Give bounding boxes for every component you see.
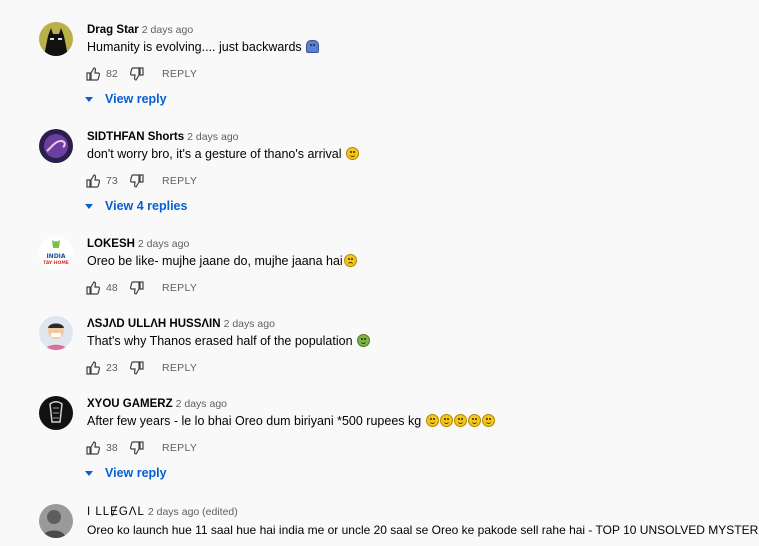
logo-text-line2: TAY HOME <box>43 260 69 266</box>
comment-time[interactable]: 2 days ago (edited) <box>148 506 238 518</box>
comment-time[interactable]: 2 days ago <box>187 131 238 143</box>
sad-emoji-icon <box>343 254 357 267</box>
chevron-down-icon <box>85 470 93 476</box>
person-emoji-icon <box>306 40 320 53</box>
dislike-icon[interactable] <box>130 67 144 81</box>
dislike-icon[interactable] <box>130 441 144 455</box>
like-count: 48 <box>106 282 118 294</box>
comment-text: don't worry bro, it's a gesture of thano… <box>87 146 359 162</box>
like-count: 73 <box>106 175 118 187</box>
reply-button[interactable]: REPLY <box>162 282 197 294</box>
dislike-icon[interactable] <box>130 174 144 188</box>
laughing-emoji-icon <box>481 414 495 427</box>
comment-text: Oreo be like- mujhe jaane do, mujhe jaan… <box>87 253 357 269</box>
avatar[interactable] <box>39 396 73 430</box>
avatar-logo-icon: INDIA TAY HOME <box>39 236 73 270</box>
laughing-emoji-icon <box>425 414 439 427</box>
laughing-emoji-icon <box>439 414 453 427</box>
avatar-gamer-icon <box>39 396 73 430</box>
like-icon[interactable] <box>86 441 100 455</box>
chevron-down-icon <box>85 203 93 209</box>
comment-time[interactable]: 2 days ago <box>138 238 189 250</box>
view-replies-label: View reply <box>105 466 167 480</box>
view-replies-button[interactable]: View reply <box>85 92 167 106</box>
logo-text-line1: INDIA <box>46 253 65 260</box>
avatar[interactable] <box>39 316 73 350</box>
comment-time[interactable]: 2 days ago <box>142 24 193 36</box>
comment-author[interactable]: Drag Star <box>87 24 139 36</box>
chevron-down-icon <box>85 96 93 102</box>
comment-author[interactable]: I LLɆGɅL <box>87 506 145 518</box>
avatar-cartoon-icon <box>39 316 73 350</box>
avatar-photo-icon <box>39 504 73 538</box>
view-replies-label: View 4 replies <box>105 199 188 213</box>
view-replies-label: View reply <box>105 92 167 106</box>
like-count: 82 <box>106 68 118 80</box>
comment-text: After few years - le lo bhai Oreo dum bi… <box>87 413 495 429</box>
laughing-emoji-icon <box>467 414 481 427</box>
comment-text: Oreo ko launch hue 11 saal hue hai india… <box>87 523 759 537</box>
reply-button[interactable]: REPLY <box>162 175 197 187</box>
avatar[interactable]: INDIA TAY HOME <box>39 236 73 270</box>
avatar[interactable] <box>39 129 73 163</box>
avatar-batman-icon <box>39 22 73 56</box>
nauseated-emoji-icon <box>357 334 371 347</box>
comment-text: Humanity is evolving.... just backwards <box>87 39 320 55</box>
like-icon[interactable] <box>86 67 100 81</box>
comment-author[interactable]: XYOU GAMERZ <box>87 398 173 410</box>
laughing-emoji-icon <box>453 414 467 427</box>
dislike-icon[interactable] <box>130 361 144 375</box>
reply-button[interactable]: REPLY <box>162 68 197 80</box>
comment-author[interactable]: ΛSJΛD ULLΛH HUSSΛIN <box>87 318 221 330</box>
dislike-icon[interactable] <box>130 281 144 295</box>
avatar-sidthfan-icon <box>39 129 73 163</box>
smile-emoji-icon <box>345 147 359 160</box>
view-replies-button[interactable]: View 4 replies <box>85 199 187 213</box>
like-icon[interactable] <box>86 361 100 375</box>
reply-button[interactable]: REPLY <box>162 362 197 374</box>
like-count: 23 <box>106 362 118 374</box>
comment-time[interactable]: 2 days ago <box>176 398 227 410</box>
like-count: 38 <box>106 442 118 454</box>
comment-author[interactable]: LOKESH <box>87 238 135 250</box>
avatar[interactable] <box>39 504 73 538</box>
comment-author[interactable]: SIDTHFAN Shorts <box>87 131 184 143</box>
like-icon[interactable] <box>86 174 100 188</box>
reply-button[interactable]: REPLY <box>162 442 197 454</box>
comment-time[interactable]: 2 days ago <box>224 318 275 330</box>
avatar[interactable] <box>39 22 73 56</box>
view-replies-button[interactable]: View reply <box>85 466 167 480</box>
like-icon[interactable] <box>86 281 100 295</box>
comment-text: That's why Thanos erased half of the pop… <box>87 333 371 349</box>
